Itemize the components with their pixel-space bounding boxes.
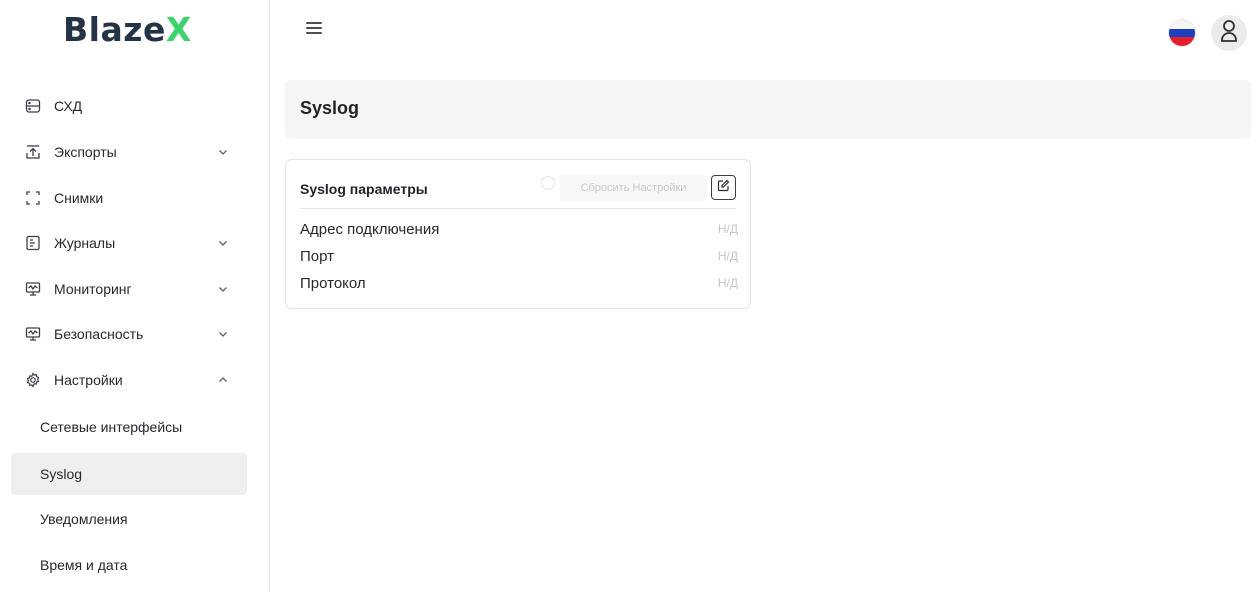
sidebar-item-settings[interactable]: Настройки xyxy=(11,359,247,401)
brand-accent: X xyxy=(165,10,192,49)
param-label: Порт xyxy=(300,247,335,265)
sidebar-item-monitoring[interactable]: Мониторинг xyxy=(11,268,247,310)
sidebar-item-label: Экспорты xyxy=(54,144,117,160)
page-title: Syslog xyxy=(300,98,360,118)
sidebar-subitem-network-interfaces[interactable]: Сетевые интерфейсы xyxy=(11,406,247,448)
snapshot-icon xyxy=(25,190,41,206)
storage-icon xyxy=(25,98,41,114)
sidebar-item-label: Мониторинг xyxy=(54,281,132,297)
sidebar-subitem-notifications[interactable]: Уведомления xyxy=(11,498,247,540)
language-flag-icon[interactable] xyxy=(1169,20,1195,46)
chevron-down-icon xyxy=(217,145,229,157)
user-icon xyxy=(1219,19,1239,48)
sidebar: BlazeX СХД Экспорты Снимки Журналы Монит… xyxy=(0,0,270,592)
sidebar-item-storage[interactable]: СХД xyxy=(11,85,247,127)
export-icon xyxy=(25,144,41,160)
divider xyxy=(300,208,736,209)
app-root: BlazeX СХД Экспорты Снимки Журналы Монит… xyxy=(0,0,1257,592)
page-header: Syslog xyxy=(285,80,1251,139)
sidebar-item-snapshots[interactable]: Снимки xyxy=(11,177,247,219)
param-value: Н/Д xyxy=(717,222,738,236)
param-row-protocol: Протокол Н/Д xyxy=(300,273,738,293)
loading-spinner-icon xyxy=(541,176,555,190)
brand-logo[interactable]: BlazeX xyxy=(63,6,192,54)
brand-name: Blaze xyxy=(63,10,166,49)
chevron-down-icon xyxy=(217,327,229,339)
param-value: Н/Д xyxy=(717,249,738,263)
sidebar-subitem-label: Время и дата xyxy=(40,557,128,573)
chevron-down-icon xyxy=(217,282,229,294)
chevron-down-icon xyxy=(217,236,229,248)
param-row-address: Адрес подключения Н/Д xyxy=(300,219,738,239)
gear-icon xyxy=(25,372,41,388)
sidebar-item-security[interactable]: Безопасность xyxy=(11,313,247,355)
chevron-up-icon xyxy=(217,373,229,385)
monitor-icon xyxy=(25,281,41,297)
sidebar-subitem-label: Сетевые интерфейсы xyxy=(40,419,183,435)
sidebar-subitem-syslog[interactable]: Syslog xyxy=(11,453,247,495)
reset-settings-button[interactable]: Сбросить Настройки xyxy=(560,175,707,201)
log-icon xyxy=(25,235,41,251)
sidebar-item-label: Безопасность xyxy=(54,326,144,342)
param-value: Н/Д xyxy=(717,276,738,290)
edit-icon xyxy=(717,179,730,197)
security-icon xyxy=(25,326,41,342)
sidebar-item-exports[interactable]: Экспорты xyxy=(11,131,247,173)
sidebar-item-label: Настройки xyxy=(54,372,123,388)
card-title: Syslog параметры xyxy=(300,181,428,197)
menu-toggle-icon[interactable] xyxy=(306,22,322,36)
sidebar-subitem-label: Уведомления xyxy=(40,511,128,527)
param-label: Протокол xyxy=(300,274,366,292)
param-row-port: Порт Н/Д xyxy=(300,246,738,266)
sidebar-subitem-date-time[interactable]: Время и дата xyxy=(11,544,247,586)
sidebar-item-label: СХД xyxy=(54,98,83,114)
sidebar-subitem-label: Syslog xyxy=(40,466,83,482)
user-menu-button[interactable] xyxy=(1211,15,1247,51)
param-label: Адрес подключения xyxy=(300,220,440,238)
edit-button[interactable] xyxy=(711,175,736,200)
sidebar-item-label: Снимки xyxy=(54,190,104,206)
sidebar-item-logs[interactable]: Журналы xyxy=(11,222,247,264)
syslog-params-card: Syslog параметры Сбросить Настройки Адре… xyxy=(285,159,751,309)
sidebar-item-label: Журналы xyxy=(54,235,116,251)
